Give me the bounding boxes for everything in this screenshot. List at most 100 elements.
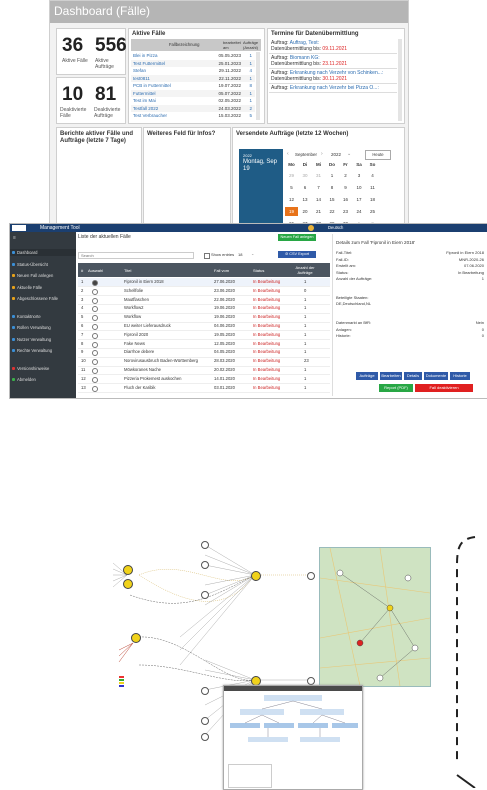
graph-node[interactable] [201,541,209,549]
cal-day[interactable]: 1 [326,171,339,180]
language-select[interactable]: Deutsch [328,224,343,232]
graph-node-hub-top[interactable] [251,571,261,581]
active-case-row[interactable]: Test im Mai 02.05.2022 1 [131,97,255,104]
case-name[interactable]: Stefan [133,67,146,74]
cal-day[interactable]: 15 [326,195,339,204]
graph-node-mid[interactable] [131,633,141,643]
csv-export-button[interactable]: ⊘ CSV Export [278,251,316,258]
cal-day[interactable]: 10 [353,183,366,192]
row-select-radio[interactable] [92,332,98,339]
sidebar-item-rollen-verwaltung[interactable]: Rollen Verwaltung [10,324,76,331]
row-select-radio[interactable] [92,297,98,304]
sidebar-item-status-bersicht[interactable]: Status-Übersicht [10,261,76,268]
details-button-bearbeiten[interactable]: Bearbeiten [380,372,402,380]
col-orders[interactable]: Anzahl der Aufträge [290,265,320,275]
sidebar-item-aktuelle-f-lle[interactable]: Aktuelle Fälle [10,284,76,291]
row-select-radio[interactable] [92,350,98,357]
map-view[interactable] [319,547,431,687]
details-button-historie[interactable]: Historie [450,372,470,380]
sidebar-item-versionshinweise[interactable]: Versionshinweise [10,365,76,372]
active-case-row[interactable]: Testfall 2022 24.03.2022 2 [131,104,255,112]
graph-node[interactable] [201,717,209,725]
cal-day[interactable]: 16 [339,195,352,204]
cal-day[interactable]: 2 [339,171,352,180]
case-name[interactable]: Test Futtermittel [133,60,165,67]
cal-day[interactable]: 20 [299,207,312,216]
graph-node-end-top[interactable] [307,572,315,580]
case-name[interactable]: Testfall 2022 [133,105,158,112]
search-input[interactable] [78,252,194,259]
cal-day[interactable]: 23 [339,207,352,216]
case-row[interactable]: 13 Fluch der Karibik 03.01.2020 In Bearbeit… [78,384,330,393]
active-case-row[interactable]: Futtermittel 05.07.2022 1 [131,89,255,97]
case-name[interactable]: test0811 [133,75,150,82]
sidebar-item-dashboard[interactable]: Dashboard [10,249,76,256]
row-select-radio[interactable] [92,306,98,313]
row-select-radio[interactable] [92,315,98,322]
entries-chevron-icon[interactable]: ⌄ [251,251,254,256]
col-date[interactable]: Fall vom [214,268,229,273]
active-case-row[interactable]: Test Verbraucher 15.03.2022 5 [131,112,255,119]
active-case-row[interactable]: Stefan 29.11.2022 4 [131,67,255,74]
sidebar-item-kontaktnorte[interactable]: Kontaktnorte [10,313,76,320]
cal-day[interactable]: 12 [285,195,298,204]
row-select-radio[interactable] [92,376,98,383]
deactivate-case-button[interactable]: Fall deaktivieren [415,384,473,392]
cal-day[interactable]: 14 [312,195,325,204]
sidebar-item-neuen-fall-anlegen[interactable]: Neuen Fall anlegen [10,272,76,279]
cal-day[interactable]: 18 [366,195,379,204]
row-select-radio[interactable] [92,368,98,374]
graph-node-source-2[interactable] [123,579,133,589]
cal-day[interactable]: 31 [312,171,325,180]
active-case-row[interactable]: Blei in Pizza 05.05.2023 1 [131,52,255,59]
col-number[interactable]: # [81,268,83,273]
cal-day[interactable]: 3 [353,171,366,180]
sidebar-item-nutzer-verwaltung[interactable]: Nutzer Verwaltung [10,336,76,343]
row-select-radio[interactable] [92,341,98,348]
cal-day[interactable]: 29 [285,171,298,180]
sidebar-item-abmelden[interactable]: Abmelden [10,376,76,383]
cal-chevron-icon[interactable]: ⌄ [347,151,351,157]
report-pdf-button[interactable]: Report (PDF) [379,384,413,392]
col-select[interactable]: Auswahl [88,268,103,273]
deadline-order-link[interactable]: Erkrankung nach Verzehr bei Pizza O...: [290,85,379,91]
cal-next-icon[interactable]: › [321,151,323,157]
case-name[interactable]: Test im Mai [133,97,156,104]
details-button-dokumente[interactable]: Dokumente [424,372,448,380]
cal-day[interactable]: 21 [312,207,325,216]
cal-prev-icon[interactable]: ‹ [287,151,289,157]
cal-day[interactable]: 6 [299,183,312,192]
cal-year-select[interactable]: 2022 [331,152,341,157]
new-case-button[interactable]: Neuen Fall anlegen [278,234,316,241]
graph-node[interactable] [201,591,209,599]
col-status[interactable]: Status [253,268,264,273]
show-entries-checkbox[interactable] [204,253,210,259]
cal-day[interactable]: 19 [285,207,298,216]
cal-day[interactable]: 25 [366,207,379,216]
graph-node[interactable] [201,733,209,741]
details-button-auftr-ge[interactable]: Aufträge [356,372,378,380]
case-name[interactable]: Futtermittel [133,90,156,97]
cal-today-button[interactable]: Heute [365,150,391,160]
active-cases-scrollbar[interactable] [256,52,260,120]
cal-day[interactable]: 9 [339,183,352,192]
cal-day[interactable]: 24 [353,207,366,216]
cal-day[interactable]: 11 [366,183,379,192]
col-title[interactable]: Titel [124,268,131,273]
row-select-radio[interactable] [92,359,98,366]
sidebar-item-rechte-verwaltung[interactable]: Rechte Verwaltung [10,347,76,354]
cal-day[interactable]: 4 [366,171,379,180]
details-button-details[interactable]: Details [404,372,422,380]
case-name[interactable]: Test Verbraucher [133,112,167,119]
graph-node-end-bottom[interactable] [307,677,315,685]
row-select-radio[interactable] [92,385,98,392]
case-name[interactable]: Blei in Pizza [133,52,158,59]
cal-month[interactable]: September [295,152,317,157]
row-select-radio[interactable] [92,324,98,330]
cal-day[interactable]: 13 [299,195,312,204]
cal-day[interactable]: 7 [312,183,325,192]
graph-node[interactable] [201,561,209,569]
user-icon[interactable] [308,225,314,231]
graph-node[interactable] [201,687,209,695]
active-case-row[interactable]: PCB in Futtermittel 19.07.2022 8 [131,82,255,89]
